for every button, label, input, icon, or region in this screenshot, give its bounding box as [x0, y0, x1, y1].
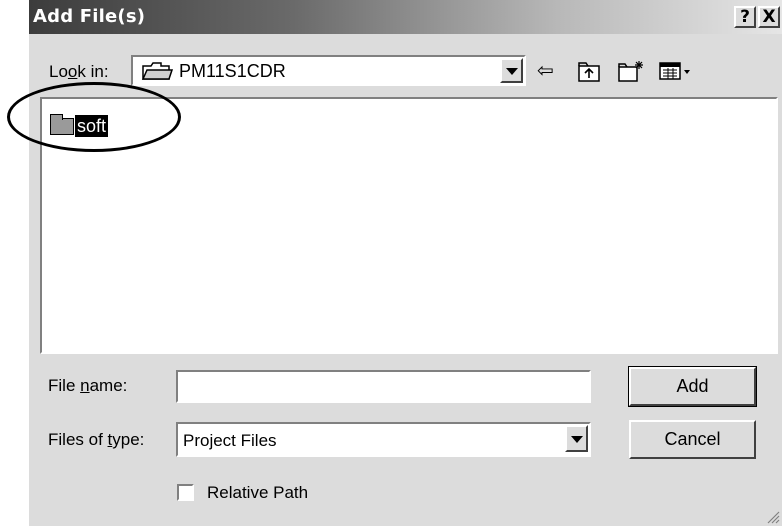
relative-path-label: Relative Path — [207, 483, 309, 502]
cancel-button[interactable]: Cancel — [629, 420, 756, 459]
chevron-down-icon — [506, 68, 518, 75]
file-name-input[interactable] — [176, 370, 591, 403]
folder-up-icon — [578, 62, 600, 82]
relative-path-checkbox[interactable] — [177, 484, 194, 501]
new-folder-icon[interactable] — [617, 58, 647, 84]
look-in-label: Look in: — [49, 62, 109, 81]
chevron-down-icon — [571, 436, 583, 443]
look-in-dropdown-button[interactable] — [500, 58, 523, 83]
title-bar[interactable]: Add File(s) ? X — [29, 0, 782, 34]
close-button[interactable]: X — [758, 6, 780, 28]
files-of-type-label: Files of type: — [48, 430, 145, 449]
resize-grip-icon[interactable] — [764, 508, 780, 524]
highlight-annotation-ellipse — [7, 82, 181, 152]
dialog-title: Add File(s) — [33, 6, 146, 27]
details-view-icon — [659, 62, 690, 80]
add-button[interactable]: Add — [628, 366, 757, 407]
open-folder-icon — [141, 62, 173, 80]
look-in-value: PM11S1CDR — [179, 61, 286, 81]
files-of-type-combobox[interactable]: Project Files — [176, 422, 591, 457]
view-menu-icon[interactable] — [658, 58, 694, 84]
look-in-combobox[interactable]: PM11S1CDR — [131, 55, 526, 86]
help-button[interactable]: ? — [734, 6, 756, 28]
files-of-type-value: Project Files — [183, 431, 277, 450]
add-files-dialog: Add File(s) ? X Look in: PM11S1CDR ⇦ sof… — [27, 0, 782, 526]
files-of-type-dropdown-button[interactable] — [565, 425, 588, 452]
file-name-label: File name: — [48, 376, 128, 395]
back-icon[interactable]: ⇦ — [537, 58, 554, 84]
up-one-level-icon[interactable] — [577, 58, 601, 84]
new-folder-glyph-icon — [618, 61, 643, 82]
